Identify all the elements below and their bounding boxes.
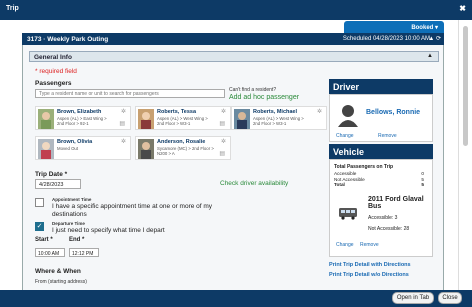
passenger-location: Moved Out	[57, 146, 79, 151]
departure-time-title: Departure Time	[52, 221, 85, 226]
passengers-label: Passengers	[35, 80, 72, 87]
passenger-location: Aspen (AL) > West Wing > 2nd Floor > W3-…	[253, 116, 304, 126]
trip-header: 3173 · Weekly Park Outing Scheduled 04/2…	[22, 33, 444, 45]
add-adhoc-passenger-link[interactable]: Add ad hoc passenger	[229, 94, 299, 101]
passenger-search-input[interactable]	[35, 89, 225, 98]
document-icon[interactable]: ▤	[219, 120, 225, 127]
passenger-name: Roberts, Tessa	[157, 109, 197, 115]
trip-scheduled: Scheduled 04/28/2023 10:00 AM	[342, 36, 430, 42]
end-time-input[interactable]: 12:12 PM	[69, 248, 99, 257]
gear-icon[interactable]: ✲	[121, 138, 126, 145]
gear-icon[interactable]: ✲	[221, 138, 226, 145]
start-label: Start *	[35, 237, 53, 243]
departure-time-desc: I just need to specify what time I depar…	[52, 227, 165, 234]
passenger-name: Roberts, Michael	[253, 109, 298, 115]
required-note: * required field	[35, 68, 77, 75]
status-dropdown[interactable]: Booked ▾	[344, 21, 444, 33]
vehicle-not-accessible: Not Accessible: 28	[368, 226, 410, 232]
general-info-label: General Info	[34, 53, 72, 61]
open-in-tab-button[interactable]: Open in Tab	[392, 292, 434, 304]
check-driver-availability-link[interactable]: Check driver availability	[220, 180, 288, 187]
collapse-icon[interactable]: ▲	[427, 53, 433, 59]
vehicle-accessible: Accessible: 3	[368, 215, 398, 221]
passenger-card[interactable]: Anderson, Rosalie Sycamore (MC) > 2nd Fl…	[135, 136, 231, 160]
passenger-location: Aspen (AL) > East Wing > 2nd Floor > 92-…	[57, 116, 107, 126]
appointment-time-title: Appointment Time	[52, 197, 92, 202]
passenger-name: Anderson, Rosalie	[157, 139, 206, 145]
driver-change-link[interactable]: Change	[336, 133, 354, 139]
gear-icon[interactable]: ✲	[317, 108, 322, 115]
driver-header: Driver	[329, 79, 433, 94]
totals-row-value: 5	[421, 182, 424, 187]
window-titlebar: Trip ✖	[0, 0, 472, 20]
from-label: From (starting address)	[35, 279, 87, 285]
right-panel: Driver Bellows, Ronnie Change Remove Veh…	[329, 79, 433, 304]
start-time-input[interactable]: 10:00 AM	[35, 248, 65, 257]
passenger-photo	[38, 139, 54, 159]
scrollbar-thumb[interactable]	[463, 26, 468, 146]
passenger-card[interactable]: Roberts, Tessa Aspen (AL) > West Wing > …	[135, 106, 231, 130]
passenger-location: Sycamore (MC) > 2nd Floor > N200 > A	[157, 146, 214, 156]
trip-date-input[interactable]: 4/28/2023	[35, 179, 81, 189]
print-with-directions-link[interactable]: Print Trip Detail with Directions	[329, 262, 411, 268]
passenger-card[interactable]: Brown, Elizabeth Aspen (AL) > East Wing …	[35, 106, 131, 130]
passenger-location: Aspen (AL) > West Wing > 2nd Floor > W3-…	[157, 116, 208, 126]
passenger-photo	[138, 109, 154, 129]
gear-icon[interactable]: ✲	[221, 108, 226, 115]
where-when-heading: Where & When	[35, 268, 81, 275]
window-title: Trip	[6, 5, 19, 12]
passenger-photo	[38, 109, 54, 129]
appointment-time-checkbox[interactable]	[35, 198, 44, 207]
driver-remove-link[interactable]: Remove	[378, 133, 397, 139]
close-icon[interactable]: ✖	[459, 4, 466, 13]
print-without-directions-link[interactable]: Print Trip Detail w/o Directions	[329, 272, 409, 278]
trip-header-controls[interactable]: ▲ ⟳	[428, 35, 441, 42]
passenger-card[interactable]: Brown, Olivia Moved Out ✲	[35, 136, 131, 160]
close-button[interactable]: Close	[438, 292, 462, 304]
document-icon[interactable]: ▤	[119, 120, 125, 127]
vehicle-remove-link[interactable]: Remove	[360, 242, 379, 248]
vehicle-name: 2011 Ford Glaval Bus	[368, 196, 424, 210]
passenger-photo	[234, 109, 250, 129]
passenger-name: Brown, Olivia	[57, 139, 93, 145]
document-icon[interactable]: ▤	[219, 150, 225, 157]
passenger-card[interactable]: Roberts, Michael Aspen (AL) > West Wing …	[231, 106, 327, 130]
driver-avatar-icon	[338, 105, 358, 127]
trip-name: 3173 · Weekly Park Outing	[27, 35, 109, 43]
vehicle-totals-table: Accessible 0 Not Accessible 5 Total 5	[334, 171, 424, 188]
vehicle-box: Total Passengers on Trip Accessible 0 Not…	[329, 159, 433, 257]
cant-find-text: Can't find a resident?	[229, 87, 277, 93]
driver-box: Bellows, Ronnie Change Remove	[329, 94, 433, 142]
end-label: End *	[69, 237, 85, 243]
totals-row-label: Total	[334, 182, 345, 187]
left-gutter	[0, 20, 14, 307]
trip-date-label: Trip Date *	[35, 171, 68, 178]
vehicle-header: Vehicle	[329, 144, 433, 159]
vehicle-totals-title: Total Passengers on Trip	[334, 164, 394, 170]
appointment-time-desc: I have a specific appointment time at on…	[52, 203, 213, 218]
passenger-name: Brown, Elizabeth	[57, 109, 102, 115]
passenger-photo	[138, 139, 154, 159]
general-info-bar[interactable]: General Info ▲	[29, 51, 439, 62]
driver-name[interactable]: Bellows, Ronnie	[366, 109, 420, 116]
bus-icon	[339, 208, 357, 220]
departure-time-checkbox[interactable]: ✓	[35, 222, 44, 231]
trip-content: General Info ▲ * required field Passenge…	[22, 45, 444, 307]
vehicle-change-link[interactable]: Change	[336, 242, 354, 248]
gear-icon[interactable]: ✲	[121, 108, 126, 115]
